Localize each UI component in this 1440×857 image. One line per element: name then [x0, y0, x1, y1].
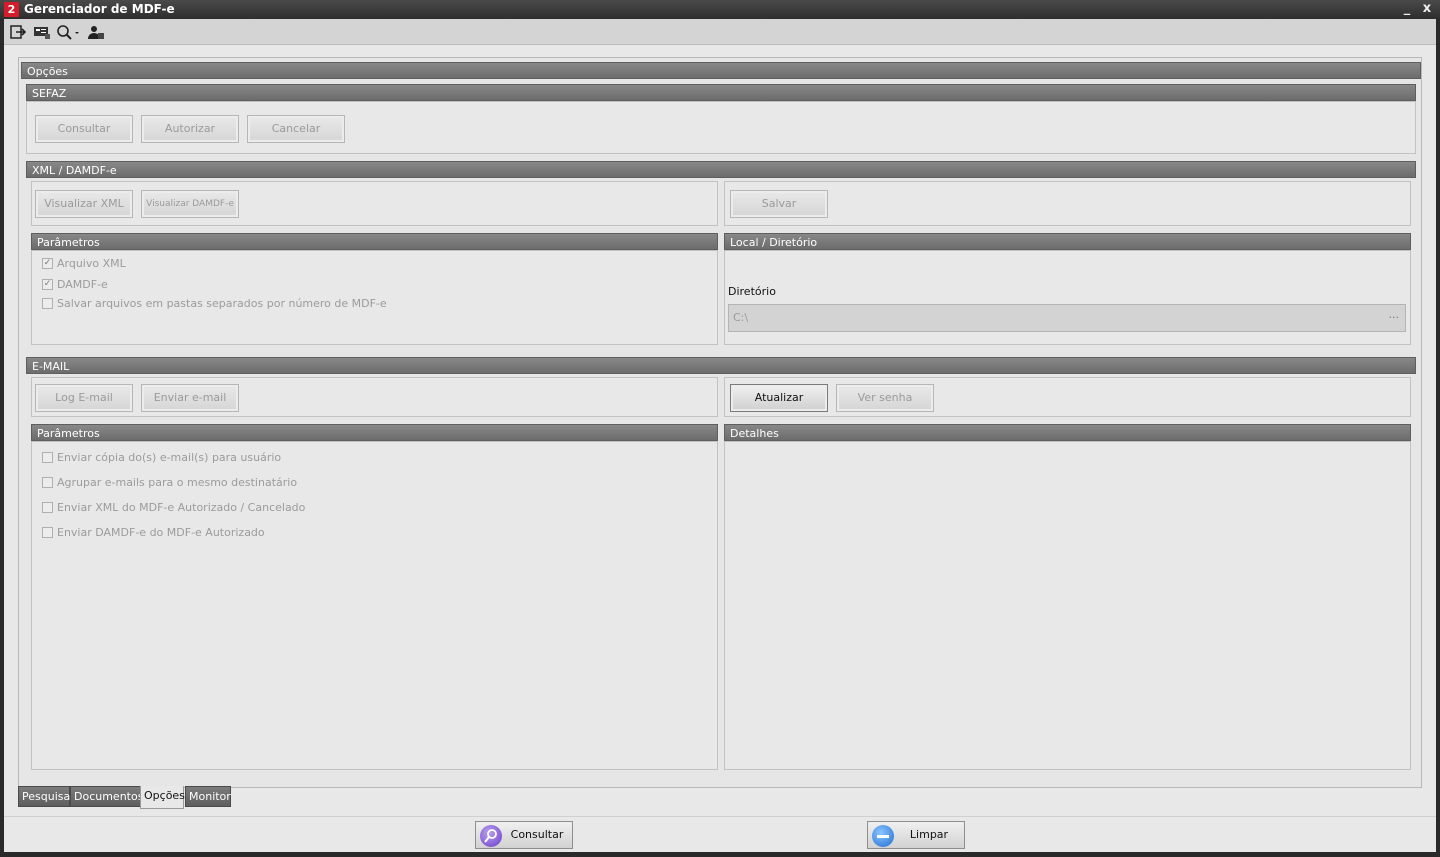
bottom-bar	[4, 816, 1436, 852]
group-emails-label: Agrupar e-mails para o mesmo destinatári…	[57, 476, 298, 489]
email-params-header: Parâmetros	[31, 424, 718, 441]
details-header: Detalhes	[724, 424, 1411, 441]
send-damdfe-checkbox[interactable]: Enviar DAMDF-e do MDF-e Autorizado	[42, 526, 265, 540]
email-log-button[interactable]: Log E-mail	[35, 384, 133, 412]
magnifier-icon	[480, 825, 502, 847]
email-header: E-MAIL	[26, 357, 1416, 374]
window-title: Gerenciador de MDF-e	[24, 2, 175, 16]
send-xml-checkbox[interactable]: Enviar XML do MDF-e Autorizado / Cancela…	[42, 501, 305, 515]
check-icon: ✓	[42, 278, 53, 290]
browse-ellipsis-button[interactable]: ···	[1389, 305, 1400, 331]
search-icon[interactable]	[56, 24, 82, 40]
xml-params-panel: ✓ Arquivo XML ✓ DAMDF-e Salvar arquivos em…	[31, 250, 718, 345]
toolbar	[4, 19, 1436, 45]
checkbox-box	[42, 297, 53, 309]
group-emails-checkbox[interactable]: Agrupar e-mails para o mesmo destinatári…	[42, 476, 297, 490]
directory-label: Diretório	[728, 285, 776, 298]
details-panel	[724, 441, 1411, 770]
view-damdfe-button[interactable]: Visualizar DAMDF-e	[141, 190, 239, 218]
local-dir-header: Local / Diretório	[724, 233, 1411, 250]
directory-input[interactable]: C:\ ···	[728, 304, 1406, 332]
consultar-button[interactable]: Consultar	[475, 821, 573, 849]
checkbox-box	[42, 451, 53, 463]
minus-icon	[872, 825, 894, 847]
send-xml-label: Enviar XML do MDF-e Autorizado / Cancela…	[57, 501, 306, 514]
tab-opcoes[interactable]: Opções	[140, 786, 185, 809]
minimize-button[interactable]: _	[1398, 0, 1416, 18]
tab-monitor[interactable]: Monitor	[185, 786, 231, 807]
view-xml-button[interactable]: Visualizar XML	[35, 190, 133, 218]
xml-actions-panel	[31, 181, 718, 226]
damdfe-label: DAMDF-e	[57, 278, 108, 291]
refresh-button[interactable]: Atualizar	[730, 384, 828, 412]
xml-file-label: Arquivo XML	[57, 257, 126, 270]
app-logo-icon: 2	[4, 2, 19, 17]
exit-icon[interactable]	[10, 24, 28, 40]
sefaz-autorizar-button[interactable]: Autorizar	[141, 115, 239, 143]
separate-folders-label: Salvar arquivos em pastas separados por …	[57, 297, 387, 310]
send-copy-checkbox[interactable]: Enviar cópia do(s) e-mail(s) para usuári…	[42, 451, 281, 465]
damdfe-checkbox[interactable]: ✓ DAMDF-e	[42, 278, 108, 292]
save-button[interactable]: Salvar	[730, 190, 828, 218]
tab-pesquisa[interactable]: Pesquisa	[18, 786, 70, 807]
show-password-button[interactable]: Ver senha	[836, 384, 934, 412]
limpar-button[interactable]: Limpar	[867, 821, 965, 849]
xml-params-header: Parâmetros	[31, 233, 718, 250]
email-params-panel: Enviar cópia do(s) e-mail(s) para usuári…	[31, 441, 718, 770]
send-email-button[interactable]: Enviar e-mail	[141, 384, 239, 412]
close-button[interactable]: x	[1418, 0, 1436, 18]
checkbox-box	[42, 526, 53, 538]
user-icon[interactable]	[87, 24, 105, 40]
checkbox-box	[42, 476, 53, 488]
limpar-label: Limpar	[909, 828, 949, 841]
email-actions-panel	[31, 377, 718, 417]
options-header: Opções	[21, 62, 1421, 79]
xml-file-checkbox[interactable]: ✓ Arquivo XML	[42, 257, 126, 271]
consultar-label: Consultar	[510, 828, 564, 841]
sefaz-cancelar-button[interactable]: Cancelar	[247, 115, 345, 143]
directory-value: C:\	[733, 311, 749, 324]
send-damdfe-label: Enviar DAMDF-e do MDF-e Autorizado	[57, 526, 265, 539]
xml-header: XML / DAMDF-e	[26, 161, 1416, 178]
separate-folders-checkbox[interactable]: Salvar arquivos em pastas separados por …	[42, 297, 387, 311]
title-bar: 2 Gerenciador de MDF-e _ x	[0, 0, 1440, 19]
card-icon[interactable]	[33, 24, 51, 40]
sefaz-header: SEFAZ	[26, 84, 1416, 101]
checkbox-box	[42, 501, 53, 513]
check-icon: ✓	[42, 257, 53, 269]
sefaz-consultar-button[interactable]: Consultar	[35, 115, 133, 143]
send-copy-label: Enviar cópia do(s) e-mail(s) para usuári…	[57, 451, 282, 464]
